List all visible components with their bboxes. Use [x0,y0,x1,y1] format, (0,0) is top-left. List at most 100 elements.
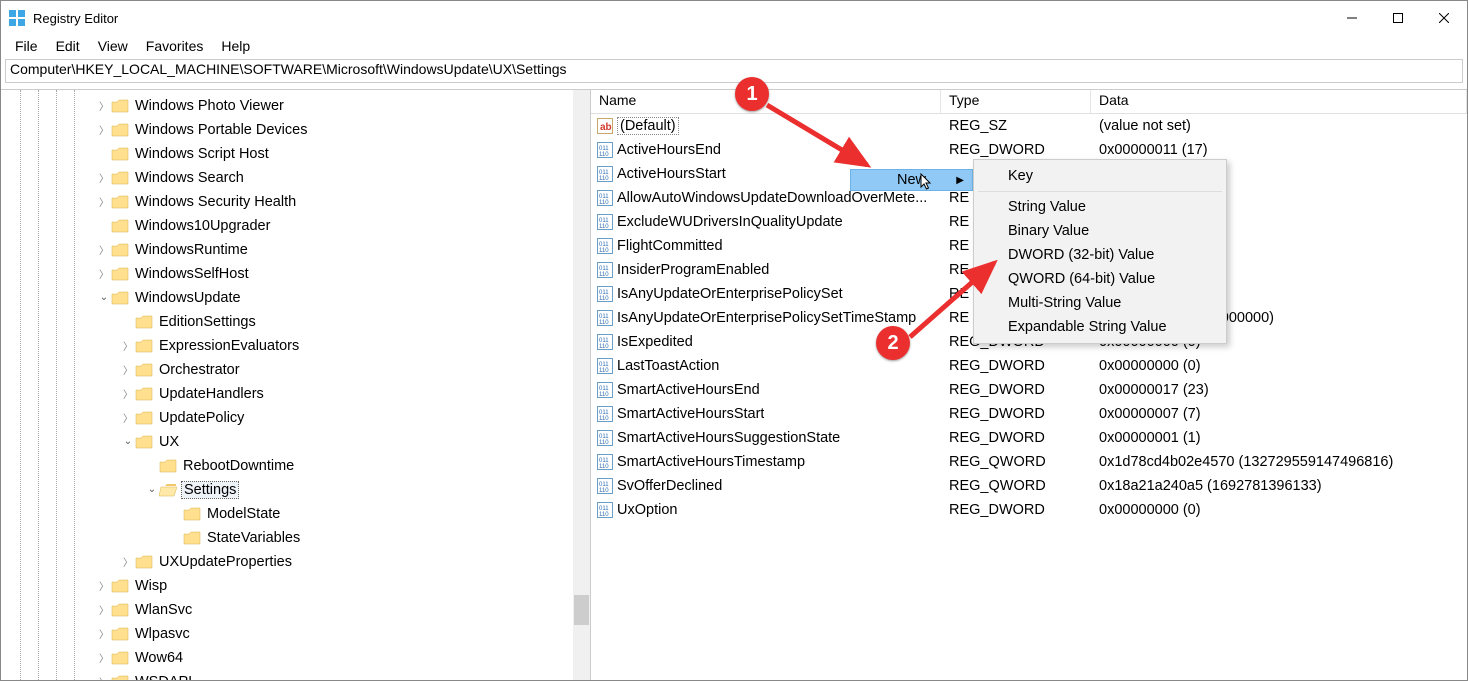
value-name: SmartActiveHoursEnd [617,382,760,398]
chevron-right-icon[interactable]: 〉 [97,122,111,137]
chevron-right-icon[interactable]: 〉 [121,362,135,377]
tree-node[interactable]: 〉Windows Search [1,166,590,190]
tree-node[interactable]: EditionSettings [1,310,590,334]
value-row[interactable]: 011110SmartActiveHoursTimestampREG_QWORD… [591,450,1467,474]
tree-node[interactable]: StateVariables [1,526,590,550]
tree-node[interactable]: 〉WindowsRuntime [1,238,590,262]
new-submenu: Key String ValueBinary ValueDWORD (32-bit… [973,159,1227,344]
value-name: IsAnyUpdateOrEnterprisePolicySetTimeStam… [617,310,916,326]
menu-help[interactable]: Help [213,38,258,54]
value-row[interactable]: 011110SmartActiveHoursEndREG_DWORD0x0000… [591,378,1467,402]
value-data: 0x00000017 (23) [1091,382,1467,398]
submenu-item[interactable]: Expandable String Value [976,315,1224,339]
svg-text:110: 110 [599,320,609,326]
tree-node[interactable]: RebootDowntime [1,454,590,478]
chevron-right-icon[interactable]: 〉 [97,242,111,257]
minimize-button[interactable] [1329,1,1375,35]
tree-scrollbar[interactable] [573,90,590,680]
tree-node[interactable]: 〉Windows Photo Viewer [1,94,590,118]
svg-text:110: 110 [599,512,609,518]
chevron-right-icon[interactable]: 〉 [121,338,135,353]
value-name: IsAnyUpdateOrEnterprisePolicySet [617,286,843,302]
tree-node[interactable]: Windows Script Host [1,142,590,166]
tree-node[interactable]: 〉 UXUpdateProperties [1,550,590,574]
column-type[interactable]: Type [941,90,1091,113]
tree-node[interactable]: ModelState [1,502,590,526]
chevron-right-icon[interactable]: 〉 [97,194,111,209]
chevron-down-icon[interactable]: ⌄ [121,436,135,447]
submenu-item[interactable]: DWORD (32-bit) Value [976,243,1224,267]
tree-node-label: EditionSettings [159,314,256,330]
tree-node-label: Windows10Upgrader [135,218,270,234]
tree-node[interactable]: 〉WlanSvc [1,598,590,622]
tree-node[interactable]: 〉UpdateHandlers [1,382,590,406]
value-data: 0x00000000 (0) [1091,358,1467,374]
submenu-item[interactable]: Key [976,164,1224,188]
chevron-right-icon[interactable]: 〉 [121,554,135,569]
chevron-right-icon[interactable]: 〉 [97,674,111,681]
svg-text:110: 110 [599,344,609,350]
value-name: ActiveHoursStart [617,166,726,182]
submenu-item[interactable]: Binary Value [976,219,1224,243]
menu-edit[interactable]: Edit [48,38,88,54]
chevron-right-icon[interactable]: 〉 [97,578,111,593]
tree-node[interactable]: Windows10Upgrader [1,214,590,238]
value-type: REG_SZ [941,118,1091,134]
chevron-right-icon[interactable]: 〉 [97,98,111,113]
svg-text:110: 110 [599,272,609,278]
chevron-right-icon[interactable]: 〉 [97,170,111,185]
menu-view[interactable]: View [90,38,136,54]
value-data: 0x00000000 (0) [1091,502,1467,518]
maximize-button[interactable] [1375,1,1421,35]
tree-node-label: StateVariables [207,530,300,546]
tree-node[interactable]: 〉WindowsSelfHost [1,262,590,286]
chevron-right-icon[interactable]: 〉 [97,626,111,641]
tree-node[interactable]: ⌄WindowsUpdate [1,286,590,310]
tree-node[interactable]: ⌄UX [1,430,590,454]
tree-node-label: Wlpasvc [135,626,190,642]
value-row[interactable]: 011110UxOptionREG_DWORD0x00000000 (0) [591,498,1467,522]
tree-node[interactable]: 〉Wisp [1,574,590,598]
menubar: FileEditViewFavoritesHelp [1,35,1467,57]
chevron-down-icon[interactable]: ⌄ [145,484,159,495]
submenu-item[interactable]: String Value [976,195,1224,219]
tree-node-label: RebootDowntime [183,458,294,474]
menu-favorites[interactable]: Favorites [138,38,212,54]
close-button[interactable] [1421,1,1467,35]
column-data[interactable]: Data [1091,90,1467,113]
submenu-item[interactable]: Multi-String Value [976,291,1224,315]
value-row[interactable]: 011110LastToastActionREG_DWORD0x00000000… [591,354,1467,378]
tree-node-label: UXUpdateProperties [159,554,292,570]
registry-editor-window: Registry Editor FileEditViewFavoritesHel… [0,0,1468,681]
tree-node[interactable]: 〉Wow64 [1,646,590,670]
value-name: ExcludeWUDriversInQualityUpdate [617,214,843,230]
scrollbar-thumb[interactable] [574,595,589,625]
tree-node-label: Settings [184,482,236,498]
address-bar[interactable]: Computer\HKEY_LOCAL_MACHINE\SOFTWARE\Mic… [5,59,1463,83]
tree-node[interactable]: 〉Orchestrator [1,358,590,382]
svg-text:110: 110 [599,368,609,374]
submenu-item[interactable]: QWORD (64-bit) Value [976,267,1224,291]
tree-node[interactable]: 〉 Wlpasvc [1,622,590,646]
chevron-right-icon[interactable]: 〉 [121,410,135,425]
tree-node[interactable]: 〉 ExpressionEvaluators [1,334,590,358]
tree-node[interactable]: 〉WSDAPI [1,670,590,680]
tree-node[interactable]: 〉UpdatePolicy [1,406,590,430]
chevron-right-icon[interactable]: 〉 [97,602,111,617]
value-row[interactable]: 011110SmartActiveHoursStartREG_DWORD0x00… [591,402,1467,426]
svg-text:110: 110 [599,416,609,422]
context-menu-new[interactable]: New ▶ [850,169,973,191]
chevron-right-icon[interactable]: 〉 [97,266,111,281]
tree-node[interactable]: 〉Windows Security Health [1,190,590,214]
value-row[interactable]: ab(Default)REG_SZ(value not set) [591,114,1467,138]
chevron-right-icon[interactable]: 〉 [121,386,135,401]
value-row[interactable]: 011110SmartActiveHoursSuggestionStateREG… [591,426,1467,450]
tree-node[interactable]: 〉Windows Portable Devices [1,118,590,142]
value-name: SmartActiveHoursSuggestionState [617,430,840,446]
tree-node[interactable]: ⌄ Settings [1,478,590,502]
chevron-right-icon[interactable]: 〉 [97,650,111,665]
value-row[interactable]: 011110SvOfferDeclinedREG_QWORD0x18a21a24… [591,474,1467,498]
menu-file[interactable]: File [7,38,46,54]
tree-node-label: ExpressionEvaluators [159,338,299,354]
chevron-down-icon[interactable]: ⌄ [97,292,111,303]
